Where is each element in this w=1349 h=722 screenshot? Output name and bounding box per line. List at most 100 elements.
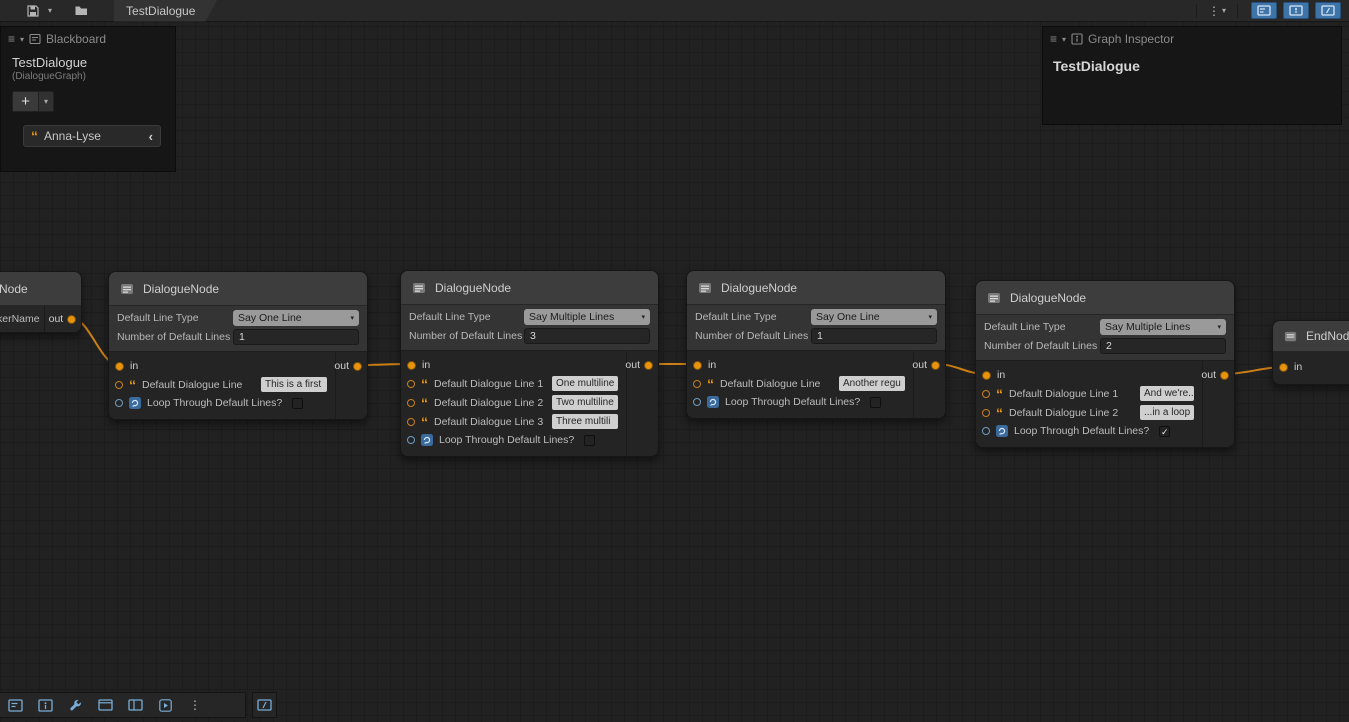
options-menu-button[interactable]: ⋮ ▾ xyxy=(1204,1,1230,21)
loop-icon xyxy=(707,396,719,408)
blackboard-field-anna-lyse[interactable]: “ Anna-Lyse ‹ xyxy=(23,125,161,147)
dialogue-node-2[interactable]: DialogueNode Default Line Type Say Multi… xyxy=(400,270,659,457)
dialogue-line-field[interactable]: And we're... xyxy=(1140,386,1194,401)
collapse-field-icon[interactable]: ‹ xyxy=(149,129,153,144)
quote-icon: “ xyxy=(996,409,1003,417)
code-preview-button[interactable] xyxy=(252,692,277,718)
dialogue-line-label: Default Dialogue Line xyxy=(720,378,833,390)
output-container: out xyxy=(1202,361,1234,447)
prop-label: Number of Default Lines xyxy=(695,330,811,342)
out-port[interactable] xyxy=(1220,371,1229,380)
num-default-lines-field[interactable]: 2 xyxy=(1100,338,1226,354)
line-type-dropdown[interactable]: Say One Line ▾ xyxy=(811,309,937,325)
in-port-label: in xyxy=(997,369,1005,381)
out-port-label: out xyxy=(334,360,349,372)
out-port[interactable] xyxy=(644,361,653,370)
dialogue-line-field[interactable]: Another regu xyxy=(839,376,905,391)
node-title-bar[interactable]: DialogueNode xyxy=(401,271,658,305)
dialogue-node-3[interactable]: DialogueNode Default Line Type Say One L… xyxy=(686,270,946,419)
num-default-lines-field[interactable]: 3 xyxy=(524,328,650,344)
loop-checkbox[interactable]: ✓ xyxy=(1159,426,1170,437)
node-title-bar[interactable]: DialogueNode xyxy=(109,272,367,306)
window-button[interactable] xyxy=(96,696,114,714)
dialogue-line-port[interactable] xyxy=(407,380,415,388)
out-port[interactable] xyxy=(931,361,940,370)
loop-checkbox[interactable] xyxy=(292,398,303,409)
breadcrumb-tab[interactable]: TestDialogue xyxy=(114,0,217,22)
menu-icon[interactable]: ≡ xyxy=(1050,32,1057,46)
node-title-bar[interactable]: EndNode xyxy=(1273,321,1349,352)
node-title-bar[interactable]: Node xyxy=(0,272,81,306)
line-type-dropdown[interactable]: Say Multiple Lines ▾ xyxy=(1100,319,1226,335)
in-port[interactable] xyxy=(407,361,416,370)
node-title-bar[interactable]: DialogueNode xyxy=(687,271,945,305)
toolbar-separator xyxy=(1196,4,1197,18)
save-button[interactable] xyxy=(22,1,44,21)
loop-checkbox[interactable] xyxy=(584,435,595,446)
node-properties: Default Line Type Say Multiple Lines ▾ N… xyxy=(976,315,1234,361)
settings-button[interactable] xyxy=(66,696,84,714)
open-asset-button[interactable] xyxy=(70,1,92,21)
quote-icon: “ xyxy=(31,132,38,140)
in-port[interactable] xyxy=(115,362,124,371)
end-node[interactable]: EndNode in xyxy=(1272,320,1349,385)
caret-down-icon: ▾ xyxy=(44,97,48,106)
menu-icon[interactable]: ≡ xyxy=(8,32,15,46)
dialogue-line-port[interactable] xyxy=(982,390,990,398)
dialogue-node-4[interactable]: DialogueNode Default Line Type Say Multi… xyxy=(975,280,1235,448)
dialogue-line-port[interactable] xyxy=(693,380,701,388)
dialogue-line-field[interactable]: One multiline xyxy=(552,376,618,391)
play-preview-button[interactable] xyxy=(156,696,174,714)
in-port[interactable] xyxy=(982,371,991,380)
out-port[interactable] xyxy=(67,315,76,324)
speaker-node[interactable]: Node kerName out xyxy=(0,271,82,333)
loop-port[interactable] xyxy=(407,436,415,444)
dialogue-line-port[interactable] xyxy=(115,381,123,389)
num-default-lines-field[interactable]: 1 xyxy=(233,329,359,345)
toggle-preview-button[interactable] xyxy=(1315,2,1341,19)
line-type-dropdown[interactable]: Say One Line ▾ xyxy=(233,310,359,326)
more-options-button[interactable]: ⋮ xyxy=(186,696,204,714)
dialogue-node-1[interactable]: DialogueNode Default Line Type Say One L… xyxy=(108,271,368,420)
dropdown-arrow-icon: ▾ xyxy=(1217,323,1221,331)
loop-port[interactable] xyxy=(693,398,701,406)
in-port[interactable] xyxy=(693,361,702,370)
dialogue-line-field[interactable]: Three multili xyxy=(552,414,618,429)
wrench-icon xyxy=(68,698,82,712)
loop-port[interactable] xyxy=(115,399,123,407)
loop-checkbox[interactable] xyxy=(870,397,881,408)
dialogue-line-field[interactable]: Two multiline xyxy=(552,395,618,410)
dialogue-node-icon xyxy=(986,290,1002,306)
loop-port[interactable] xyxy=(982,427,990,435)
quote-icon: “ xyxy=(421,380,428,388)
info-icon xyxy=(1071,33,1083,45)
blackboard-toggle-button[interactable] xyxy=(6,696,24,714)
dialogue-line-field[interactable]: This is a first xyxy=(261,377,327,392)
toggle-inspector-button[interactable] xyxy=(1283,2,1309,19)
out-port-label: out xyxy=(912,359,927,371)
loop-label: Loop Through Default Lines? xyxy=(439,434,574,446)
dialogue-line-port[interactable] xyxy=(407,399,415,407)
add-property-dropdown-button[interactable]: ▾ xyxy=(39,91,54,112)
num-default-lines-field[interactable]: 1 xyxy=(811,328,937,344)
line-type-dropdown[interactable]: Say Multiple Lines ▾ xyxy=(524,309,650,325)
panel-split-button[interactable] xyxy=(126,696,144,714)
toggle-blackboard-button[interactable] xyxy=(1251,2,1277,19)
blackboard-header[interactable]: ≡ ▾ Blackboard xyxy=(1,27,175,51)
dialogue-line-port[interactable] xyxy=(407,418,415,426)
out-port[interactable] xyxy=(353,362,362,371)
inspector-toggle-button[interactable] xyxy=(36,696,54,714)
dropdown-value: Say Multiple Lines xyxy=(1105,321,1190,333)
add-property-button[interactable]: + xyxy=(12,91,39,112)
quote-icon: “ xyxy=(707,380,714,388)
dialogue-line-field[interactable]: ...in a loop xyxy=(1140,405,1194,420)
node-title-bar[interactable]: DialogueNode xyxy=(976,281,1234,315)
collapse-caret-icon[interactable]: ▾ xyxy=(1062,35,1066,44)
out-port-label: out xyxy=(49,313,64,325)
collapse-caret-icon[interactable]: ▾ xyxy=(20,35,24,44)
graph-inspector-header[interactable]: ≡ ▾ Graph Inspector xyxy=(1043,27,1341,51)
dialogue-line-port[interactable] xyxy=(982,409,990,417)
in-port[interactable] xyxy=(1279,363,1288,372)
save-dropdown-button[interactable]: ▾ xyxy=(44,1,56,21)
dialogue-line-label: Default Dialogue Line 1 xyxy=(434,378,546,390)
